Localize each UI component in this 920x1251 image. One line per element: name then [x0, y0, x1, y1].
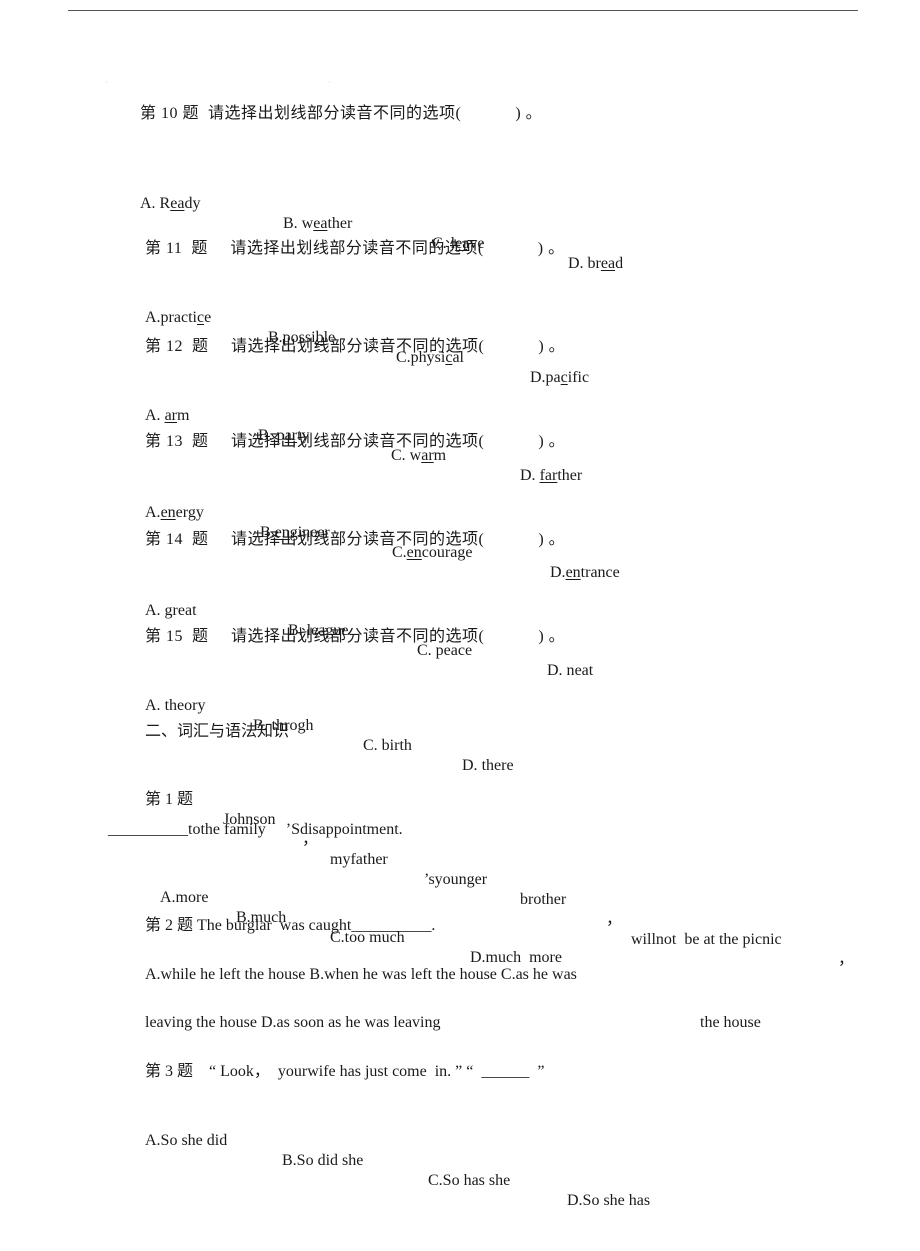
question-title: 第 15 题 请选择出划线部分读音不同的选项( ) 。 [145, 628, 566, 645]
question-text: willnot be at the picnic [631, 931, 782, 948]
option-c[interactable]: C.So has she [428, 1171, 510, 1191]
option-a[interactable]: A. arm [145, 406, 189, 426]
option-d[interactable]: D.So she has [567, 1191, 650, 1211]
option-d[interactable]: D.entrance [550, 563, 620, 583]
option-d[interactable]: D. farther [520, 466, 582, 486]
section-heading: 二、词汇与语法知识 [145, 723, 290, 740]
option-a[interactable]: A. theory [145, 696, 205, 716]
options-line[interactable]: leaving the house D.as soon as he was le… [145, 1013, 440, 1033]
question-title: 第 11 题 请选择出划线部分读音不同的选项( ) 。 [145, 240, 565, 257]
options-line[interactable]: A.while he left the house B.when he was … [145, 965, 577, 985]
option-a[interactable]: A.practice [145, 308, 211, 328]
option-a[interactable]: A. Ready [140, 194, 200, 214]
option-b[interactable]: B.So did she [282, 1151, 363, 1171]
question-title: 第 14 题 请选择出划线部分读音不同的选项( ) 。 [145, 531, 566, 548]
margin-mark: ˈ [328, 80, 331, 89]
question-text: brother [520, 891, 567, 908]
option-a[interactable]: A.more [160, 888, 208, 908]
option-b[interactable]: B. weather [283, 214, 352, 234]
question-stem: 第 2 题 The burglar was caught__________. [145, 917, 436, 934]
margin-mark: ˈ [105, 80, 108, 89]
question-stem: 第 3 题 “ Look， yourwife has just come in.… [145, 1063, 545, 1080]
question-text: __________tothe family ’Sdisappointment. [108, 821, 403, 838]
options-line[interactable]: the house [700, 1013, 761, 1033]
question-number: 第 1 题 [145, 791, 194, 808]
question-title: 第 12 题 请选择出划线部分读音不同的选项( ) 。 [145, 338, 566, 355]
question-title: 第 13 题 请选择出划线部分读音不同的选项( ) 。 [145, 433, 566, 450]
question-text: ， [838, 951, 855, 968]
option-d[interactable]: D. neat [547, 661, 593, 681]
option-a[interactable]: A.energy [145, 503, 204, 523]
option-d[interactable]: D.pacific [530, 368, 589, 388]
option-a[interactable]: A. great [145, 601, 197, 621]
question-text: ’syounger [424, 871, 488, 888]
header-rule [68, 10, 858, 11]
question-title: 第 10 题 请选择出划线部分读音不同的选项( ) 。 [140, 105, 543, 122]
option-d[interactable]: D. bread [568, 254, 623, 274]
option-c[interactable]: C. birth [363, 736, 412, 756]
question-text: ， [606, 911, 623, 928]
option-a[interactable]: A.So she did [145, 1131, 227, 1151]
question-text: myfather [330, 851, 388, 868]
